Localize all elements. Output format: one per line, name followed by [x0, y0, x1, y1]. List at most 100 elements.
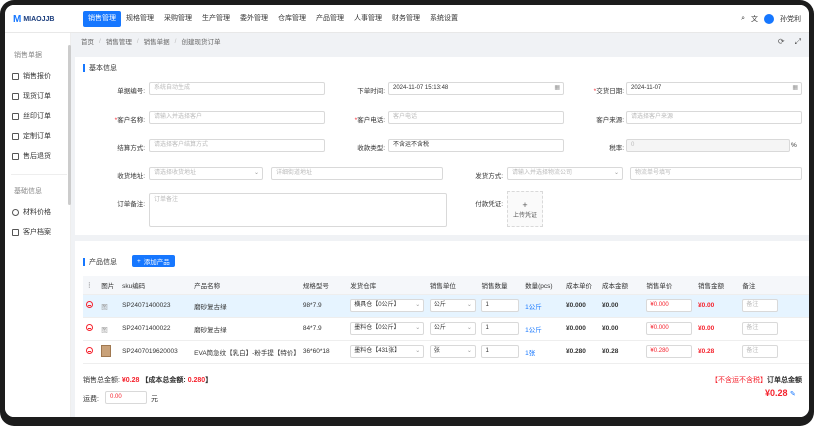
breadcrumb-home[interactable]: 首页 — [81, 36, 94, 46]
warehouse-select[interactable]: 横具仓【0公斤】 ⌄ — [350, 299, 425, 312]
order-time-label: 下单时间: — [357, 88, 385, 95]
price-cell: ¥0.000 — [643, 294, 695, 318]
sidebar-item-custom-order[interactable]: 定制订单 — [12, 129, 68, 143]
qty-input[interactable]: 1 — [481, 322, 520, 335]
cost-amount-cell: ¥0.00 — [599, 317, 644, 341]
delivery-date-input[interactable]: 2024-11-07 ▦ — [626, 82, 802, 95]
cart-icon — [12, 92, 19, 100]
sidebar-item-quote[interactable]: 销售报价 — [12, 69, 68, 83]
upload-voucher-button[interactable]: + 上传凭证 — [507, 191, 543, 227]
nav-item[interactable]: 规格管理 — [121, 11, 159, 27]
sidebar-item-customers[interactable]: 客户档案 — [12, 225, 68, 239]
column-header: 销售单位 — [426, 276, 479, 295]
sidebar-item-label: 材料价格 — [23, 209, 51, 216]
price-cell: ¥0.280 — [643, 340, 695, 364]
customer-phone-label: *客户电话: — [329, 114, 385, 124]
name-cell: 磨砂复古绿 — [191, 294, 300, 318]
nav-item[interactable]: 人事管理 — [349, 11, 387, 27]
add-product-button[interactable]: + 添加产品 — [132, 255, 175, 267]
name-cell: 磨砂复古绿 — [191, 317, 300, 341]
image-placeholder-icon: 图 — [101, 326, 108, 334]
cost-price-cell: ¥0.000 — [562, 317, 600, 341]
device-frame: M MIAOJJB 销售管理 规格管理 采购管理 生产管理 委外管理 仓库管理 产品管理 人事管… — [0, 0, 814, 426]
warehouse-select[interactable]: 墨料仓【431张】 ⌄ — [350, 345, 425, 358]
sidebar-item-print-order[interactable]: 丝印订单 — [12, 109, 68, 123]
price-input[interactable]: ¥0.000 — [646, 322, 693, 335]
remove-row-icon[interactable] — [86, 347, 93, 354]
qty-input[interactable]: 1 — [481, 345, 520, 358]
qty-input[interactable]: 1 — [481, 299, 520, 312]
refresh-icon[interactable]: ⟳ — [778, 37, 785, 47]
breadcrumb-sales[interactable]: 销售管理 — [106, 36, 132, 46]
recv-addr-select[interactable]: 请选择收货地址 ⌄ — [149, 167, 263, 180]
sidebar-item-label: 售后退货 — [23, 153, 51, 160]
recv-detail-input[interactable]: 详细街道地址 — [271, 167, 443, 180]
customer-phone-input[interactable]: 客户电话 — [388, 111, 564, 124]
settle-select[interactable]: 请选择客户结算方式 — [149, 139, 325, 152]
fee-type-select[interactable]: 不含运不含税 — [388, 139, 564, 152]
fullscreen-icon[interactable]: ⤢ — [795, 37, 801, 47]
note-input[interactable]: 备注 — [742, 299, 779, 312]
sku-cell: SP24071400022 — [119, 317, 192, 341]
plus-icon: + — [522, 199, 528, 210]
recv-addr-label: 收货地址: — [117, 173, 145, 180]
user-name[interactable]: 孙党利 — [780, 14, 801, 24]
note-input[interactable]: 备注 — [742, 345, 779, 358]
table-row[interactable]: SP2407019620003 EVA筒急纹【乳白】-粉手提【特价】 36*60… — [83, 340, 809, 364]
avatar[interactable] — [764, 14, 774, 24]
pcs-cell: 1公斤 — [522, 294, 563, 318]
ship-select[interactable]: 请输入并选择物流公司 ⌄ — [507, 167, 623, 180]
image-cell: 图 — [98, 294, 120, 318]
sidebar-item-material-price[interactable]: 材料价格 — [12, 205, 68, 219]
calendar-icon: ▦ — [792, 85, 798, 91]
order-no-input[interactable]: 系统自动生成 — [149, 82, 325, 95]
sidebar-scrollbar[interactable] — [68, 45, 71, 205]
edit-icon[interactable]: ✎ — [790, 391, 796, 398]
sidebar-item-stock-order[interactable]: 现货订单 — [12, 89, 68, 103]
unit-select[interactable]: 张 ⌄ — [429, 345, 476, 358]
breadcrumb-docs[interactable]: 销售单据 — [144, 36, 170, 46]
search-icon[interactable]: ⌕ — [741, 15, 745, 23]
brand-name: MIAOJJB — [23, 15, 55, 23]
order-time-input[interactable]: 2024-11-07 15:13:48 ▦ — [388, 82, 564, 95]
price-input[interactable]: ¥0.280 — [646, 345, 693, 358]
breadcrumb-sep: / — [136, 37, 139, 45]
remove-row-icon[interactable] — [86, 301, 93, 308]
table-row[interactable]: 图 SP24071400022 磨砂复古绿 84*7.9 墨料仓【0公斤】 ⌄ 公… — [83, 317, 809, 341]
column-header: 销售单价 — [643, 276, 695, 295]
column-header: 成本金额 — [599, 276, 644, 295]
remove-row-icon[interactable] — [86, 324, 93, 331]
nav-item[interactable]: 产品管理 — [311, 11, 349, 27]
chevron-down-icon: ⌄ — [415, 348, 421, 354]
unit-value: 公斤 — [433, 325, 446, 331]
tax-input[interactable]: 0 — [626, 139, 790, 152]
pcs-cell: 1公斤 — [522, 317, 563, 341]
unit-cell: 公斤 ⌄ — [426, 317, 479, 341]
nav-item[interactable]: 委外管理 — [235, 11, 273, 27]
remark-textarea[interactable]: 订单备注 — [149, 193, 447, 227]
order-no-label: 单据编号: — [117, 88, 145, 95]
nav-item[interactable]: 采购管理 — [159, 11, 197, 27]
customer-name-label: *客户名称: — [89, 114, 145, 124]
cost-total-end: 】 — [205, 377, 213, 384]
customer-source-select[interactable]: 请选择客户来源 — [626, 111, 802, 124]
warehouse-select[interactable]: 墨料仓【0公斤】 ⌄ — [350, 322, 425, 335]
language-icon[interactable]: 文 — [751, 14, 758, 24]
add-product-label: 添加产品 — [143, 259, 170, 266]
nav-item[interactable]: 仓库管理 — [273, 11, 311, 27]
ship-no-input[interactable]: 物流单号填写 — [630, 167, 802, 180]
nav-item[interactable]: 财务管理 — [387, 11, 425, 27]
nav-item[interactable]: 生产管理 — [197, 11, 235, 27]
note-input[interactable]: 备注 — [742, 322, 779, 335]
freight-input[interactable]: 0.00 — [105, 391, 147, 404]
nav-item[interactable]: 销售管理 — [83, 11, 121, 27]
price-input[interactable]: ¥0.000 — [646, 299, 693, 312]
nav-item[interactable]: 系统设置 — [425, 11, 463, 27]
tax-unit: % — [791, 142, 797, 149]
unit-select[interactable]: 公斤 ⌄ — [429, 299, 476, 312]
table-row[interactable]: 图 SP24071400023 磨砂复古绿 98*7.9 横具仓【0公斤】 ⌄ 公… — [83, 294, 809, 318]
unit-select[interactable]: 公斤 ⌄ — [429, 322, 476, 335]
customer-name-input[interactable]: 请输入并选择客户 — [149, 111, 325, 124]
note-cell: 备注 — [739, 294, 809, 318]
sidebar-item-return[interactable]: 售后退货 — [12, 149, 68, 163]
